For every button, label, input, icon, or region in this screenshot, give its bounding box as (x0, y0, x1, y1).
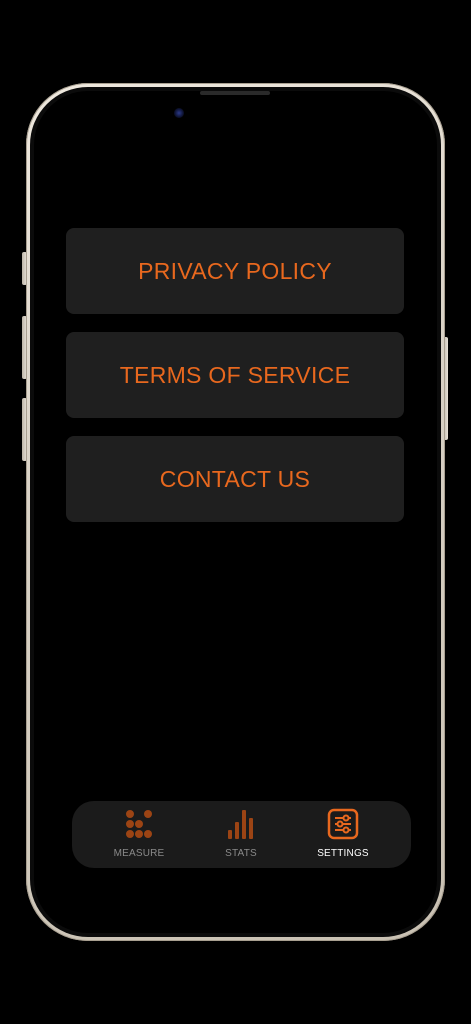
tab-stats[interactable]: STATS (191, 801, 291, 868)
tab-settings-label: SETTINGS (317, 848, 369, 859)
dots-grid-icon (126, 810, 152, 838)
terms-of-service-button[interactable]: TERMS OF SERVICE (66, 332, 404, 418)
tab-stats-label: STATS (225, 848, 257, 859)
bar-chart-icon (228, 810, 253, 839)
tab-settings[interactable]: SETTINGS (293, 801, 393, 868)
front-camera-icon (174, 108, 184, 118)
tab-measure[interactable]: MEASURE (89, 801, 189, 868)
tab-measure-label: MEASURE (113, 848, 165, 859)
terms-of-service-label: TERMS OF SERVICE (119, 361, 351, 388)
privacy-policy-button[interactable]: PRIVACY POLICY (66, 228, 404, 314)
device-stage: PRIVACY POLICY TERMS OF SERVICE CONTACT … (0, 0, 471, 1024)
bottom-tab-bar: MEASURE STATS SETTINGS (72, 801, 411, 868)
sliders-icon (327, 808, 359, 840)
speaker-grille (200, 91, 270, 95)
privacy-policy-label: PRIVACY POLICY (138, 257, 332, 284)
contact-us-label: CONTACT US (159, 465, 311, 492)
contact-us-button[interactable]: CONTACT US (66, 436, 404, 522)
